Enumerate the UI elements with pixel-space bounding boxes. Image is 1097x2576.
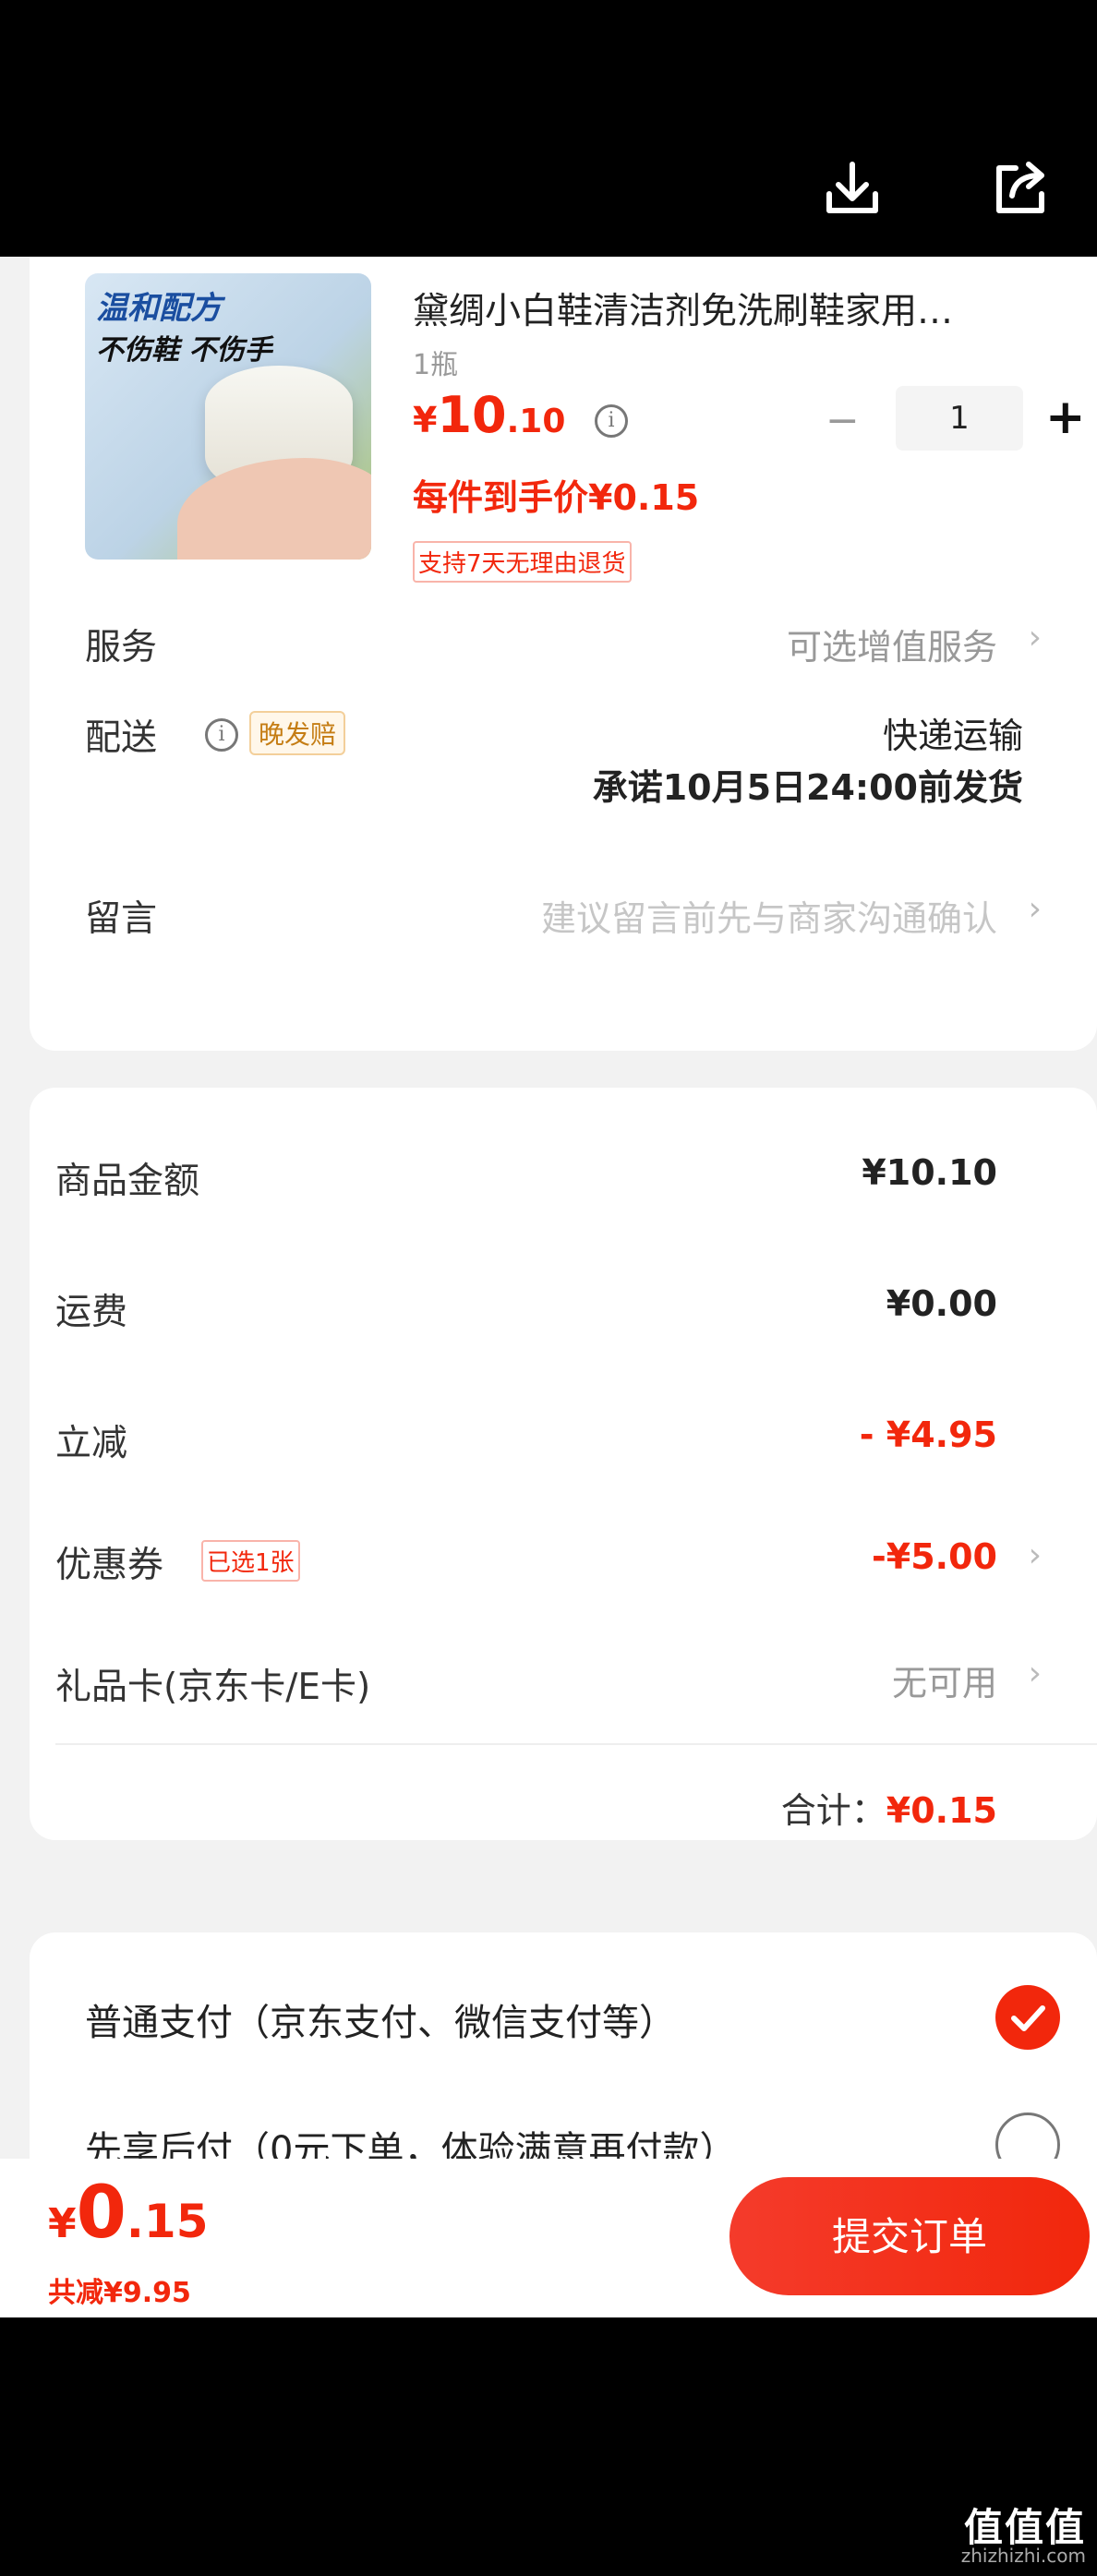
check-icon[interactable]: [995, 1985, 1060, 2050]
message-label: 留言: [85, 898, 158, 940]
product-image[interactable]: 温和配方 不伤鞋 不伤手: [85, 273, 371, 560]
coupon-label: 优惠券: [55, 1545, 164, 1586]
delivery-method: 快递运输: [882, 716, 1023, 756]
image-caption-2: 不伤鞋 不伤手: [96, 334, 272, 367]
discount-value: - ¥4.95: [859, 1414, 997, 1455]
divider: [55, 1743, 1097, 1745]
per-item-price: 每件到手价¥0.15: [413, 477, 700, 518]
download-icon[interactable]: [820, 157, 885, 222]
message-input[interactable]: 建议留言前先与商家沟通确认: [541, 890, 997, 941]
total-saved: 共减¥9.95: [48, 2277, 191, 2309]
product-title[interactable]: 黛绸小白鞋清洁剂免洗刷鞋家用…: [413, 283, 1073, 334]
quantity-minus-button[interactable]: −: [826, 397, 860, 444]
delivery-promise: 承诺10月5日24:00前发货: [592, 767, 1023, 808]
delivery-label: 配送: [85, 717, 158, 759]
watermark-url: zhizhizhi.com: [960, 2545, 1086, 2567]
chevron-right-icon[interactable]: ›: [1029, 1655, 1042, 1692]
late-compensation-badge: 晚发赔: [249, 711, 346, 755]
chevron-right-icon[interactable]: ›: [1029, 619, 1042, 656]
refund-tag: 支持7天无理由退货: [413, 541, 632, 583]
goods-amount-value: ¥10.10: [862, 1152, 997, 1193]
quantity-field[interactable]: 1: [896, 386, 1023, 451]
delivery-info-icon[interactable]: i: [205, 718, 238, 752]
payment-option-normal[interactable]: 普通支付（京东支付、微信支付等）: [85, 1992, 676, 2046]
share-icon[interactable]: [988, 157, 1053, 222]
service-value[interactable]: 可选增值服务: [787, 619, 997, 669]
goods-amount-label: 商品金额: [55, 1161, 200, 1202]
top-bar: [0, 0, 1097, 257]
total-amount: 合计：¥0.15: [780, 1790, 997, 1831]
giftcard-label: 礼品卡(京东卡/E卡): [55, 1667, 371, 1708]
coupon-value[interactable]: -¥5.00: [872, 1536, 997, 1577]
product-hand: [177, 458, 371, 560]
freight-label: 运费: [55, 1292, 128, 1333]
product-price: ¥10.10: [413, 386, 566, 444]
chevron-right-icon[interactable]: ›: [1029, 1536, 1042, 1574]
order-page: 温和配方 不伤鞋 不伤手 黛绸小白鞋清洁剂免洗刷鞋家用… 1瓶 ¥10.10 i…: [0, 257, 1097, 2316]
submit-order-button[interactable]: 提交订单: [729, 2177, 1090, 2295]
quantity-plus-button[interactable]: +: [1045, 390, 1086, 445]
product-spec: 1瓶: [413, 349, 459, 381]
chevron-right-icon[interactable]: ›: [1029, 890, 1042, 928]
freight-value: ¥0.00: [886, 1283, 997, 1324]
coupon-selected-tag: 已选1张: [201, 1540, 300, 1582]
image-caption: 温和配方: [96, 290, 222, 327]
discount-label: 立减: [55, 1423, 128, 1464]
product-card: 温和配方 不伤鞋 不伤手 黛绸小白鞋清洁剂免洗刷鞋家用… 1瓶 ¥10.10 i…: [30, 257, 1097, 1051]
service-label: 服务: [85, 627, 158, 668]
pay-total: ¥0.15: [48, 2172, 209, 2255]
giftcard-value[interactable]: 无可用: [892, 1655, 997, 1705]
price-info-icon[interactable]: i: [595, 404, 628, 438]
